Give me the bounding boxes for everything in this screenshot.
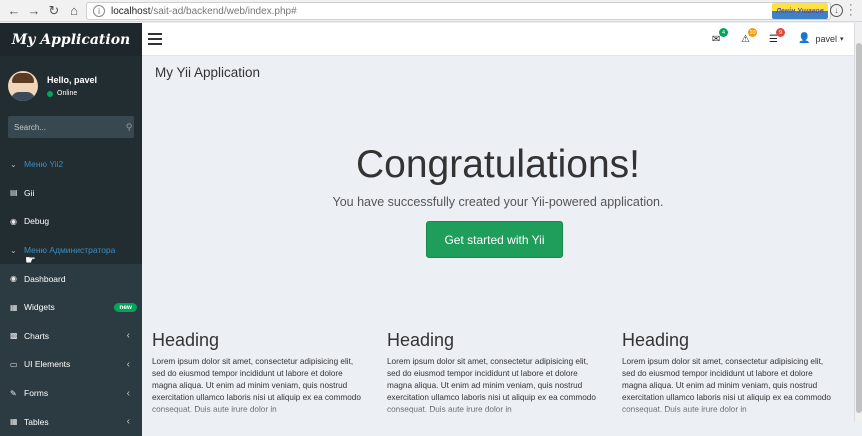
search-input[interactable] (8, 116, 124, 138)
url-path: /sait-ad/backend/web/index.php# (150, 5, 297, 17)
sidebar-item-ui-elements[interactable]: ▭ UI Elements ‹ (0, 350, 142, 379)
dashboard-icon: ◉ (10, 274, 17, 284)
laptop-icon: ▭ (10, 359, 18, 369)
menu-label: Меню Yii2 (24, 159, 64, 170)
page-scrollbar[interactable] (854, 23, 862, 422)
status-text: Online (57, 90, 78, 97)
sidebar-item-forms[interactable]: ✎ Forms ‹ (0, 378, 142, 408)
chevron-down-icon: ⌄ (10, 245, 17, 255)
home-icon[interactable]: ⌂ (64, 1, 84, 21)
user-icon: 👤 (798, 33, 811, 44)
sidebar-item-charts[interactable]: ▩ Charts ‹ (0, 321, 142, 351)
extension-label: Ленін Ушаков (776, 7, 824, 15)
url-host: localhost (111, 5, 151, 17)
sidebar-item-widgets[interactable]: ▦ Widgets new (0, 292, 142, 322)
user-panel: Hello, pavel Online (0, 56, 142, 116)
page-title: My Yii Application (155, 65, 261, 80)
menu-label: Charts (24, 330, 50, 341)
menu-label: Forms (24, 388, 49, 399)
column-heading: Heading (387, 330, 455, 350)
user-status: Online (47, 90, 97, 97)
menu-label: UI Elements (24, 359, 71, 370)
menu-label: Widgets (24, 302, 55, 313)
bottom-fade (142, 404, 854, 422)
mouse-pointer-icon: ☛ (25, 253, 36, 267)
sidebar-search: ⚲ (8, 116, 134, 138)
avatar (8, 71, 38, 101)
messages-badge: 4 (719, 28, 728, 37)
address-bar[interactable]: i localhost/sait-ad/backend/web/index.ph… (86, 2, 831, 20)
user-menu[interactable]: 👤 pavel ▾ (798, 33, 843, 44)
column-heading: Heading (622, 330, 690, 350)
column-heading: Heading (152, 330, 220, 350)
file-code-icon: ▤ (10, 188, 18, 198)
back-icon[interactable]: ← (4, 1, 24, 21)
th-icon: ▦ (10, 302, 18, 312)
jumbotron-lead: You have successfully created your Yii-p… (332, 195, 664, 209)
browser-menu-icon[interactable]: · · · (849, 0, 857, 21)
sidebar-item-gii[interactable]: ▤ Gii (0, 179, 142, 208)
top-navbar: ✉ 4 ⚠ 10 ☰ 9 👤 pavel ▾ (142, 23, 854, 56)
chevron-left-icon: ‹ (126, 358, 130, 370)
sidebar-toggle-icon[interactable] (148, 33, 162, 48)
online-dot-icon (47, 90, 53, 97)
menu-label: Gii (24, 187, 35, 198)
app-title: My Application (11, 31, 131, 48)
menu-label: Dashboard (24, 273, 66, 284)
caret-down-icon: ▾ (839, 35, 844, 43)
tasks-icon[interactable]: ☰ 9 (769, 28, 785, 45)
notifications-icon[interactable]: ⚠ 10 (741, 28, 757, 45)
forward-icon[interactable]: → (24, 1, 44, 21)
jumbotron-title: Congratulations! (355, 143, 640, 186)
chevron-left-icon: ‹ (126, 330, 130, 342)
menu-yii2-header[interactable]: ⌄ Меню Yii2 (0, 150, 142, 179)
sidebar-item-dashboard[interactable]: ◉ Dashboard (0, 264, 142, 293)
sidebar-menu: ⌄ Меню Yii2 ▤ Gii ◉ Debug ⌄ Меню Администрат… (0, 150, 142, 436)
bar-chart-icon: ▩ (10, 331, 18, 341)
download-icon[interactable]: ↓ (830, 4, 843, 17)
app-logo[interactable]: My Application (0, 23, 142, 56)
edit-icon: ✎ (10, 388, 17, 398)
chevron-down-icon: ⌄ (10, 159, 17, 169)
sidebar: My Application Hello, pavel Online ⚲ ⌄ Ме… (0, 23, 142, 436)
extension-icon[interactable]: Ленін Ушаков (772, 3, 828, 19)
menu-admin-header[interactable]: ⌄ Меню Администратора (0, 236, 142, 265)
browser-toolbar: ← → ↻ ⌂ i localhost/sait-ad/backend/web/… (0, 0, 862, 22)
search-icon[interactable]: ⚲ (124, 116, 134, 138)
sidebar-item-debug[interactable]: ◉ Debug (0, 207, 142, 236)
chevron-left-icon: ‹ (126, 387, 130, 399)
info-icon[interactable]: i (93, 5, 105, 17)
new-badge: new (114, 302, 137, 312)
main-content: My Yii Application Congratulations! You … (142, 56, 854, 422)
menu-label: Debug (24, 216, 50, 227)
user-greeting: Hello, pavel (47, 75, 98, 85)
messages-icon[interactable]: ✉ 4 (712, 28, 728, 45)
dashboard-icon: ◉ (10, 216, 17, 226)
tasks-badge: 9 (776, 28, 785, 37)
scrollbar-thumb[interactable] (856, 43, 862, 413)
notifications-badge: 10 (748, 28, 757, 37)
get-started-button[interactable]: Get started with Yii (426, 221, 563, 258)
reload-icon[interactable]: ↻ (44, 1, 64, 21)
user-menu-name: pavel (815, 33, 837, 44)
menu-label: Меню Администратора (24, 245, 116, 256)
